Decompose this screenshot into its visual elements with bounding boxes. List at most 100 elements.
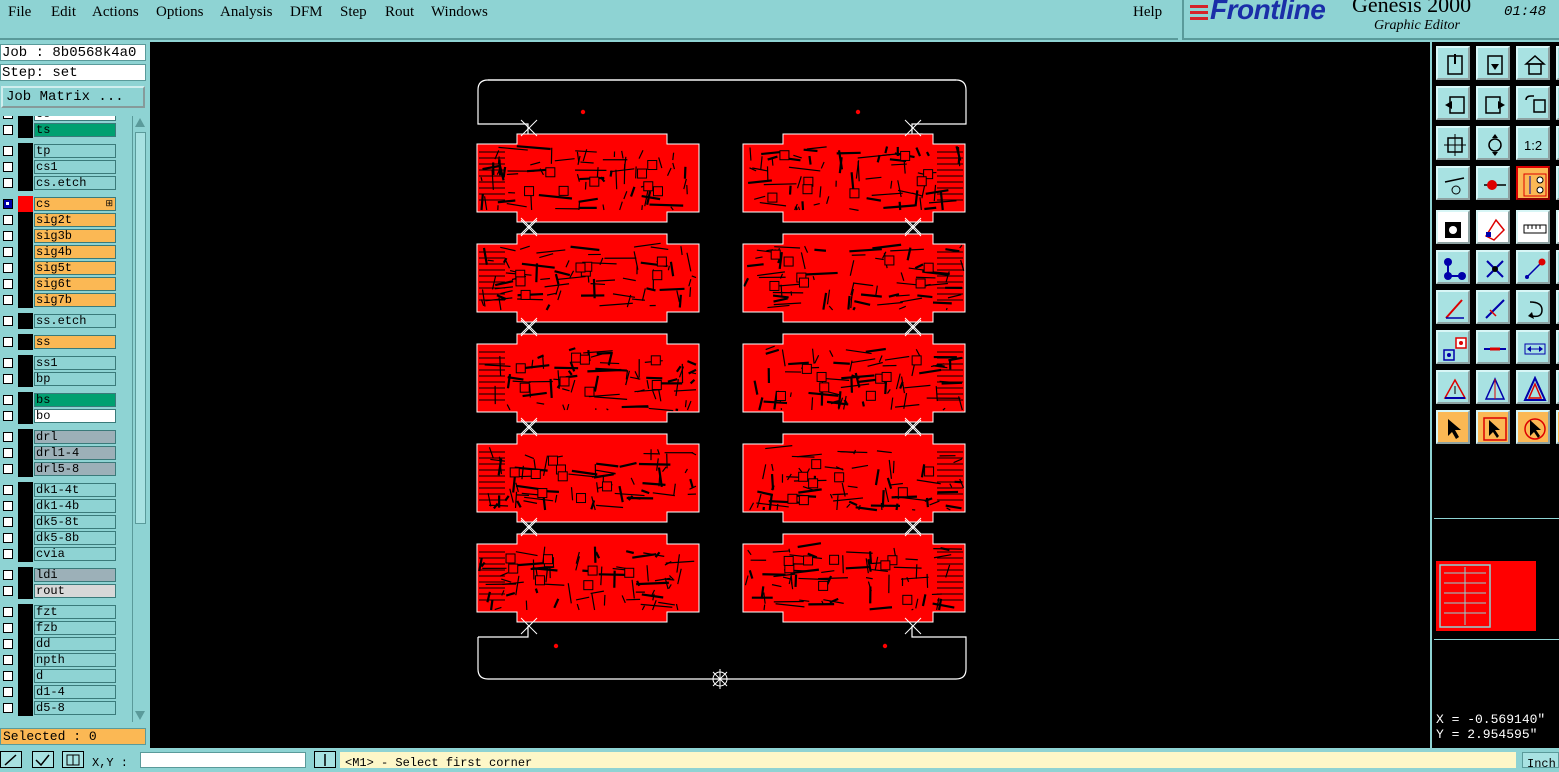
layer-display-slot[interactable] (18, 652, 33, 668)
layer-display-slot[interactable] (18, 482, 33, 498)
layer-row[interactable]: sig3b (0, 228, 132, 244)
layer-checkbox[interactable] (3, 116, 13, 119)
layer-display-slot[interactable] (18, 143, 33, 159)
layer-row[interactable]: d1-4 (0, 684, 132, 700)
layer-checkbox[interactable] (3, 146, 13, 156)
layer-name[interactable]: bo (34, 409, 116, 423)
pointer-circle-button[interactable] (1516, 410, 1550, 444)
probe-button[interactable] (1476, 166, 1510, 200)
layer-display-slot[interactable] (18, 668, 33, 684)
layer-checkbox[interactable] (3, 671, 13, 681)
layer-checkbox[interactable] (3, 374, 13, 384)
zoom-fit-button[interactable] (1436, 126, 1470, 160)
layer-checkbox[interactable] (3, 623, 13, 633)
layer-row[interactable]: d (0, 668, 132, 684)
layer-checkbox[interactable] (3, 464, 13, 474)
layer-name[interactable]: dd (34, 637, 116, 651)
layer-row[interactable]: sig2t (0, 212, 132, 228)
layer-row[interactable]: sig6t (0, 276, 132, 292)
layer-display-slot[interactable] (18, 244, 33, 260)
layer-display-slot[interactable] (18, 567, 33, 583)
layer-name[interactable]: sig7b (34, 293, 116, 307)
layer-checkbox[interactable] (3, 295, 13, 305)
units-button[interactable]: Inch (1522, 752, 1559, 768)
layer-display-slot[interactable] (18, 498, 33, 514)
layer-display-slot[interactable] (18, 371, 33, 387)
layer-checkbox[interactable] (3, 247, 13, 257)
layer-checkbox[interactable] (3, 517, 13, 527)
layer-checkbox[interactable] (3, 279, 13, 289)
export-button[interactable] (1476, 46, 1510, 80)
layer-name[interactable]: d5-8 (34, 701, 116, 715)
line-right-button[interactable] (1476, 290, 1510, 324)
zoom-check-button[interactable] (32, 751, 54, 768)
layer-display-slot[interactable] (18, 684, 33, 700)
segment-button[interactable] (1476, 330, 1510, 364)
layer-name[interactable]: co (34, 116, 116, 121)
layer-checkbox[interactable] (3, 501, 13, 511)
layer-checkbox[interactable] (3, 263, 13, 273)
layer-checkbox[interactable] (3, 485, 13, 495)
menu-rout[interactable]: Rout (385, 4, 414, 21)
layer-checkbox[interactable] (3, 162, 13, 172)
overview-map[interactable] (1434, 518, 1559, 640)
zoom-window-button[interactable] (0, 751, 22, 768)
menu-step[interactable]: Step (340, 4, 367, 21)
layer-checkbox[interactable] (3, 570, 13, 580)
command-button[interactable] (314, 751, 336, 768)
scroll-thumb[interactable] (135, 132, 146, 524)
layer-display-slot[interactable] (18, 429, 33, 445)
layer-name[interactable]: drl5-8 (34, 462, 116, 476)
delete-button[interactable] (1476, 250, 1510, 284)
zoom-center-button[interactable] (1476, 126, 1510, 160)
undo-view-button[interactable] (1516, 86, 1550, 120)
layer-display-slot[interactable] (18, 212, 33, 228)
stretch-button[interactable] (1516, 330, 1550, 364)
menu-file[interactable]: File (8, 4, 31, 21)
layer-row[interactable]: d5-8 (0, 700, 132, 716)
menu-dfm[interactable]: DFM (290, 4, 323, 21)
connect-button[interactable] (1436, 250, 1470, 284)
layer-display-slot[interactable] (18, 636, 33, 652)
layer-display-slot[interactable] (18, 530, 33, 546)
import-button[interactable] (1436, 46, 1470, 80)
layer-checkbox[interactable] (3, 125, 13, 135)
layer-name[interactable]: sig5t (34, 261, 116, 275)
layer-name[interactable]: d (34, 669, 116, 683)
layer-row[interactable]: ss1 (0, 355, 132, 371)
layer-name[interactable]: fzb (34, 621, 116, 635)
layer-display-slot[interactable] (18, 175, 33, 191)
layer-row[interactable]: npth (0, 652, 132, 668)
layer-name[interactable]: ss.etch (34, 314, 116, 328)
measure-button[interactable] (1436, 166, 1470, 200)
layer-row[interactable]: ts (0, 122, 132, 138)
snap-button[interactable] (62, 751, 84, 768)
layer-display-slot[interactable] (18, 604, 33, 620)
add-point-button[interactable] (1516, 250, 1550, 284)
line-left-button[interactable] (1436, 290, 1470, 324)
home-button[interactable] (1516, 46, 1550, 80)
layer-display-slot[interactable] (18, 408, 33, 424)
layer-checkbox[interactable] (3, 358, 13, 368)
layer-name[interactable]: sig4b (34, 245, 116, 259)
layer-checkbox[interactable] (3, 533, 13, 543)
layer-display-slot[interactable] (18, 313, 33, 329)
graphic-canvas[interactable] (150, 42, 1430, 748)
menu-edit[interactable]: Edit (51, 4, 76, 21)
pointer-box-button[interactable] (1476, 410, 1510, 444)
menu-options[interactable]: Options (156, 4, 204, 21)
layer-display-slot[interactable] (18, 461, 33, 477)
layer-display-slot[interactable] (18, 514, 33, 530)
work-layer-indicator[interactable] (18, 196, 33, 212)
layer-name[interactable]: ss (34, 335, 116, 349)
layer-checkbox[interactable] (3, 231, 13, 241)
layer-display-slot[interactable] (18, 292, 33, 308)
layer-display-slot[interactable] (18, 445, 33, 461)
layer-row[interactable]: drl5-8 (0, 461, 132, 477)
xy-input[interactable] (140, 752, 306, 768)
feature-button[interactable] (1476, 210, 1510, 244)
layer-name[interactable]: drl (34, 430, 116, 444)
layer-row[interactable]: fzt (0, 604, 132, 620)
layer-name[interactable]: dk5-8t (34, 515, 116, 529)
layer-name[interactable]: sig6t (34, 277, 116, 291)
